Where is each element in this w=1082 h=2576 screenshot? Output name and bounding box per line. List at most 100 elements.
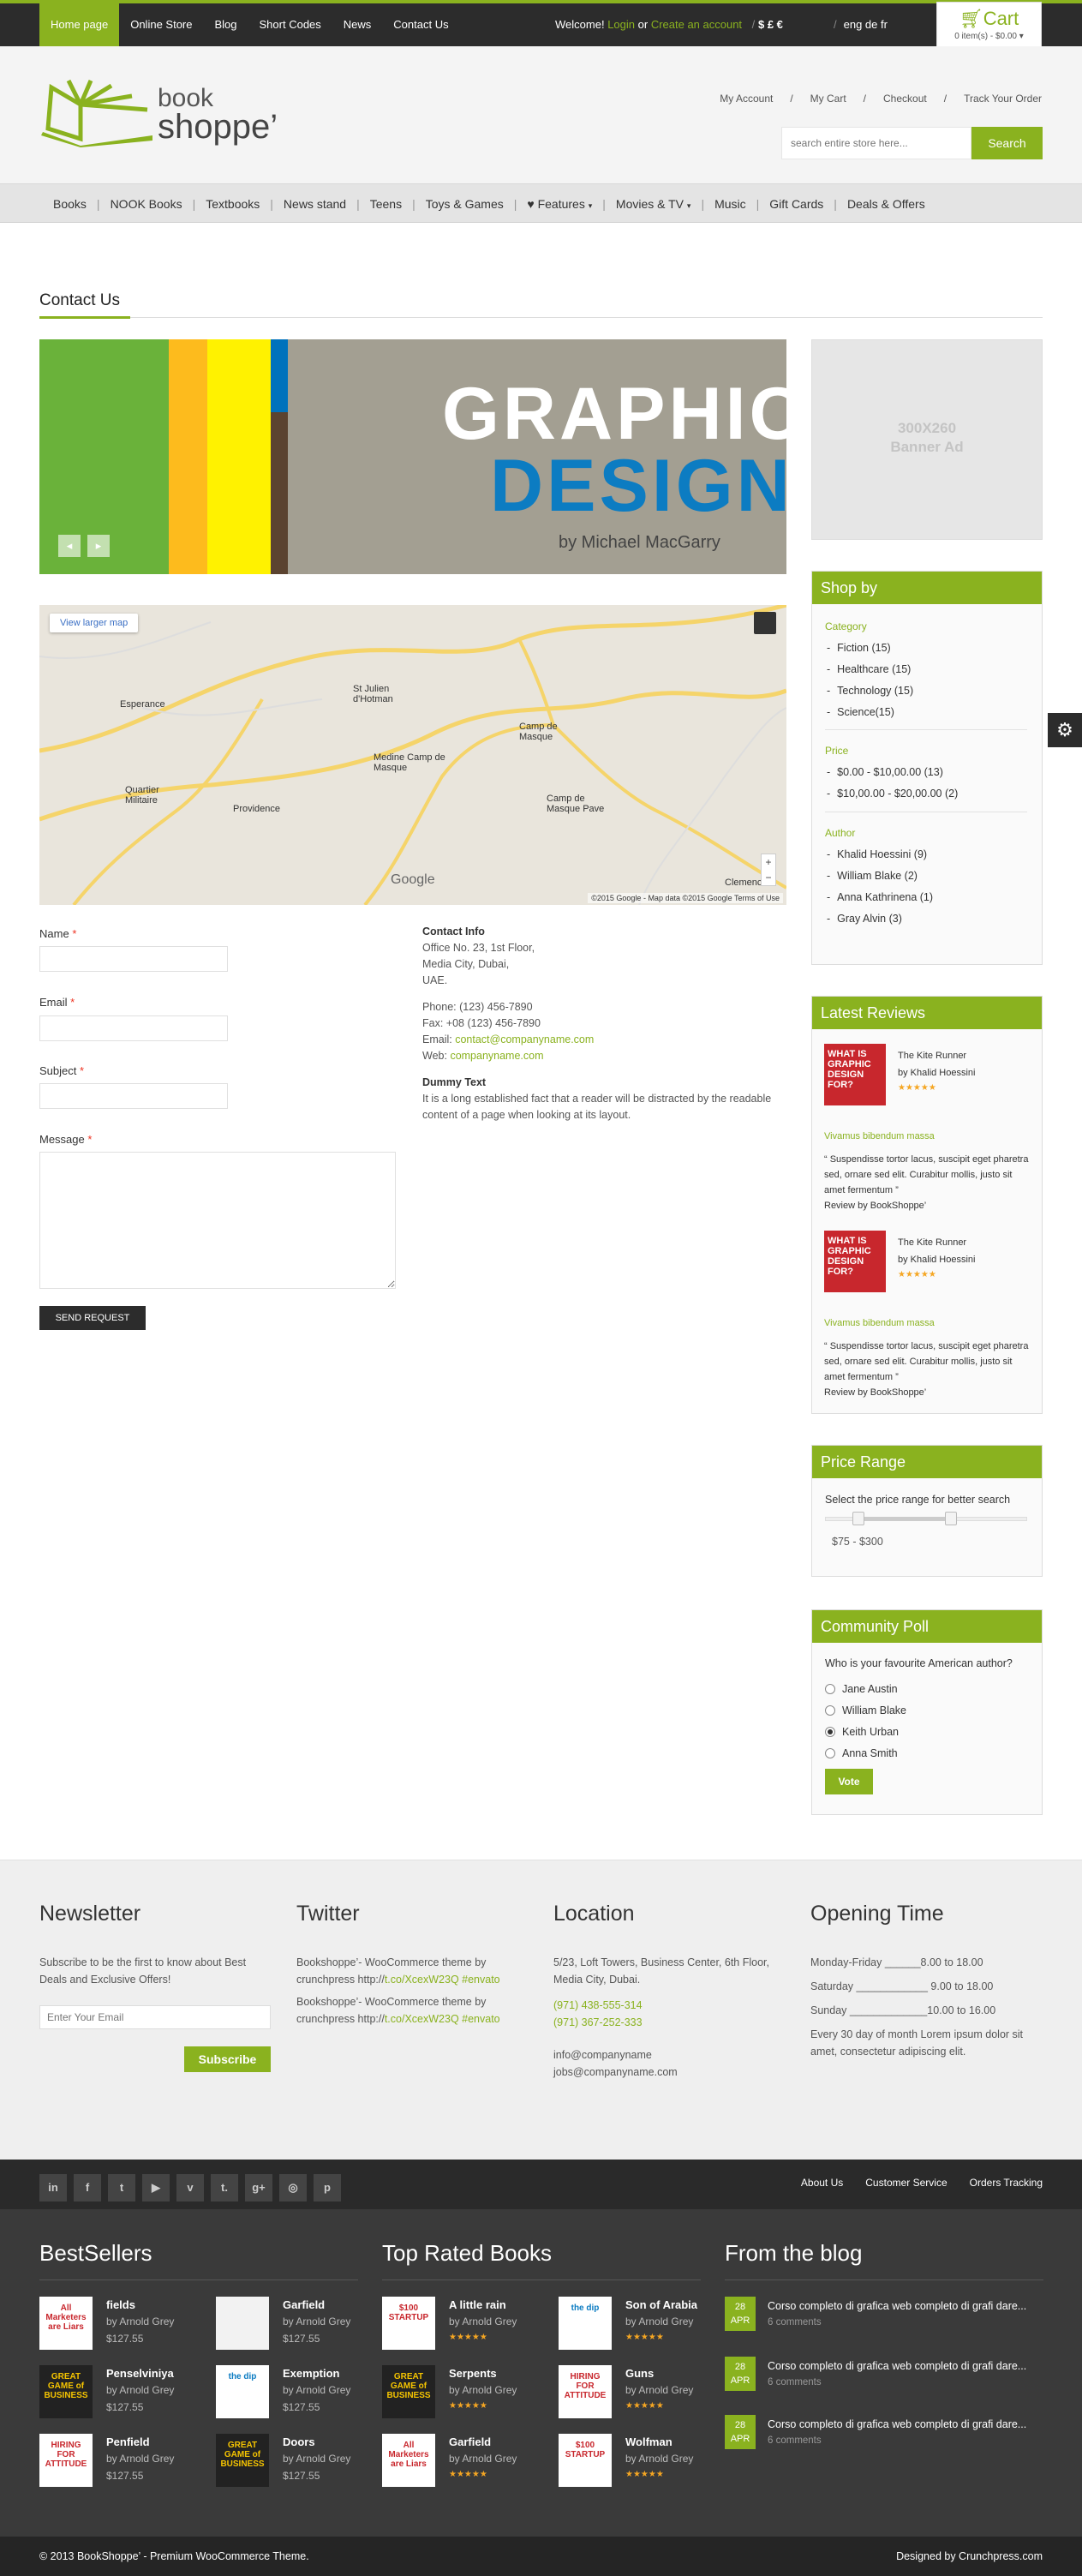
book-title[interactable]: Penfield xyxy=(106,2435,150,2448)
contact-web-link[interactable]: companyname.com xyxy=(450,1050,543,1062)
location-map[interactable]: View larger map Esperance St Julien d'Ho… xyxy=(39,605,786,905)
filter-item[interactable]: Khalid Hoessini (9) xyxy=(827,848,927,860)
language-list[interactable]: eng de fr xyxy=(844,18,888,31)
bestseller-item[interactable]: GREAT GAME of BUSINESS Doors by Arnold Gre… xyxy=(216,2434,387,2489)
designer-credit[interactable]: Designed by Crunchpress.com xyxy=(896,2550,1043,2562)
post-comments[interactable]: 6 comments xyxy=(768,2377,822,2387)
vote-button[interactable]: Vote xyxy=(825,1769,873,1794)
bestseller-item[interactable]: GREAT GAME of BUSINESS Penselviniya by Arn… xyxy=(39,2365,211,2420)
banner-ad[interactable]: 300X260 Banner Ad xyxy=(811,339,1043,540)
login-link[interactable]: Login xyxy=(607,18,635,31)
bestseller-item[interactable]: HIRING FOR ATTITUDE Penfield by Arnold Gre… xyxy=(39,2434,211,2489)
subscribe-button[interactable]: Subscribe xyxy=(184,2046,271,2072)
map-zoom-control[interactable]: + − xyxy=(761,854,776,886)
nav-news[interactable]: News xyxy=(332,3,383,46)
linkedin-icon[interactable]: in xyxy=(39,2174,67,2202)
radio-button[interactable] xyxy=(825,1684,835,1694)
customer-service-link[interactable]: Customer Service xyxy=(865,2177,947,2189)
price-slider-max-handle[interactable] xyxy=(945,1512,957,1525)
category-toys-games[interactable]: Toys & Games xyxy=(415,197,514,211)
pinterest-icon[interactable]: p xyxy=(314,2174,341,2202)
book-cover[interactable]: WHAT IS GRAPHIC DESIGN FOR? xyxy=(824,1044,886,1105)
book-title[interactable]: Penselviniya xyxy=(106,2367,174,2380)
map-footer[interactable]: ©2015 Google - Map data ©2015 Google Ter… xyxy=(588,893,783,903)
my-cart-link[interactable]: My Cart xyxy=(810,93,846,105)
filter-item[interactable]: Healthcare (15) xyxy=(827,663,911,675)
category-textbooks[interactable]: Textbooks xyxy=(195,197,270,211)
tweet-link[interactable]: t.co/XcexW23Q #envato xyxy=(385,1974,500,1986)
post-title[interactable]: Corso completo di grafica web completo d… xyxy=(768,2418,1026,2430)
location-email[interactable]: info@companyname xyxy=(553,2046,790,2064)
price-slider[interactable] xyxy=(825,1512,1027,1525)
nav-home[interactable]: Home page xyxy=(39,3,120,46)
post-title[interactable]: Corso completo di grafica web completo d… xyxy=(768,2300,1026,2312)
filter-item[interactable]: $0.00 - $10,00.00 (13) xyxy=(827,766,943,778)
nav-online-store[interactable]: Online Store xyxy=(119,3,203,46)
poll-option[interactable]: Jane Austin xyxy=(825,1683,898,1695)
top-rated-item[interactable]: HIRING FOR ATTITUDE Guns by Arnold Grey ★★★… xyxy=(559,2365,730,2420)
radio-button-selected[interactable] xyxy=(825,1727,835,1737)
bestseller-item[interactable]: All Marketers are Liars fields by Arnold G… xyxy=(39,2297,211,2351)
book-title[interactable]: Doors xyxy=(283,2435,315,2448)
checkout-link[interactable]: Checkout xyxy=(883,93,927,105)
google-plus-icon[interactable]: g+ xyxy=(245,2174,272,2202)
category-books[interactable]: Books xyxy=(43,197,97,211)
category-gift-cards[interactable]: Gift Cards xyxy=(759,197,834,211)
nav-blog[interactable]: Blog xyxy=(203,3,248,46)
book-title[interactable]: Garfield xyxy=(283,2298,325,2311)
blog-post[interactable]: 28 APR Corso completo di grafica web compl… xyxy=(725,2297,1043,2334)
contact-email-link[interactable]: contact@companyname.com xyxy=(455,1033,594,1045)
book-title[interactable]: Garfield xyxy=(449,2435,491,2448)
name-field[interactable] xyxy=(39,946,228,972)
bestseller-item[interactable]: Garfield by Arnold Grey $127.55 xyxy=(216,2297,387,2351)
filter-item[interactable]: Science(15) xyxy=(827,706,894,718)
book-title[interactable]: Wolfman xyxy=(625,2435,673,2448)
category-nook-books[interactable]: NOOK Books xyxy=(100,197,193,211)
filter-item[interactable]: Technology (15) xyxy=(827,685,913,697)
category-movies-tv[interactable]: Movies & TV ▾ xyxy=(606,197,702,211)
book-title[interactable]: A little rain xyxy=(449,2298,506,2311)
top-rated-item[interactable]: GREAT GAME of BUSINESS Serpents by Arnold … xyxy=(382,2365,553,2420)
post-comments[interactable]: 6 comments xyxy=(768,2435,822,2446)
book-title[interactable]: Son of Arabia xyxy=(625,2298,697,2311)
create-account-link[interactable]: Create an account xyxy=(651,18,742,31)
filter-item[interactable]: William Blake (2) xyxy=(827,870,918,882)
radio-button[interactable] xyxy=(825,1748,835,1758)
radio-button[interactable] xyxy=(825,1705,835,1716)
filter-item[interactable]: $10,00.00 - $20,00.00 (2) xyxy=(827,788,958,800)
dribbble-icon[interactable]: ◎ xyxy=(279,2174,307,2202)
book-title[interactable]: Serpents xyxy=(449,2367,497,2380)
nav-short-codes[interactable]: Short Codes xyxy=(248,3,332,46)
post-title[interactable]: Corso completo di grafica web completo d… xyxy=(768,2360,1026,2372)
currency-switcher[interactable]: $ £ € xyxy=(758,3,783,46)
tweet-link[interactable]: t.co/XcexW23Q #envato xyxy=(385,2013,500,2025)
language-switcher[interactable]: / eng de fr xyxy=(827,3,888,46)
filter-item[interactable]: Gray Alvin (3) xyxy=(827,913,902,925)
poll-option[interactable]: Anna Smith xyxy=(825,1747,898,1759)
filter-item[interactable]: Fiction (15) xyxy=(827,642,891,654)
review-heading[interactable]: Vivamus bibendum massa xyxy=(824,1131,935,1141)
youtube-icon[interactable]: ▶ xyxy=(142,2174,170,2202)
blog-post[interactable]: 28 APR Corso completo di grafica web compl… xyxy=(725,2415,1043,2453)
search-button[interactable]: Search xyxy=(971,127,1043,159)
top-rated-item[interactable]: $100 STARTUP A little rain by Arnold Grey ★… xyxy=(382,2297,553,2351)
logo[interactable]: book shoppe’ xyxy=(39,79,288,147)
facebook-icon[interactable]: f xyxy=(74,2174,101,2202)
twitter-icon[interactable]: t xyxy=(108,2174,135,2202)
track-order-link[interactable]: Track Your Order xyxy=(964,93,1042,105)
vimeo-icon[interactable]: v xyxy=(176,2174,204,2202)
subject-field[interactable] xyxy=(39,1083,228,1109)
category-music[interactable]: Music xyxy=(704,197,756,211)
price-slider-min-handle[interactable] xyxy=(852,1512,864,1525)
gear-icon[interactable]: ⚙ xyxy=(1048,713,1082,747)
poll-option[interactable]: William Blake xyxy=(825,1704,906,1716)
message-field[interactable] xyxy=(39,1152,396,1289)
orders-tracking-link[interactable]: Orders Tracking xyxy=(970,2177,1043,2189)
book-title[interactable]: Exemption xyxy=(283,2367,339,2380)
newsletter-email-input[interactable] xyxy=(39,2005,271,2029)
review-book-title[interactable]: The Kite Runner xyxy=(898,1051,966,1061)
post-comments[interactable]: 6 comments xyxy=(768,2317,822,2327)
slider-prev-button[interactable]: ◂ xyxy=(58,535,81,557)
tumblr-icon[interactable]: t. xyxy=(211,2174,238,2202)
category-news-stand[interactable]: News stand xyxy=(273,197,356,211)
